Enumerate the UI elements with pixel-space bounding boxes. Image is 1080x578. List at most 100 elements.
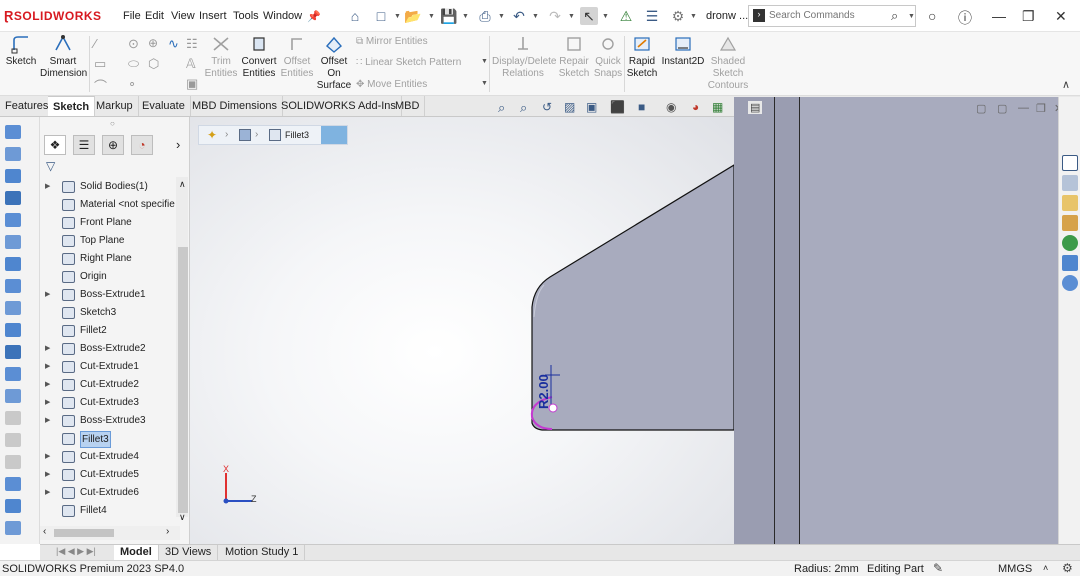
chevron-down-icon[interactable]: ▼ [602, 13, 609, 20]
expand-arrow-icon[interactable]: ▶ [45, 448, 50, 466]
smart-dimension-button[interactable]: Smart Dimension [40, 34, 87, 80]
repair-sketch-button[interactable]: Repair Sketch [556, 34, 592, 80]
chamfer-icon[interactable] [5, 279, 21, 293]
design-library-icon[interactable] [1062, 175, 1078, 191]
intersect-icon[interactable] [5, 411, 21, 425]
reference-geometry-icon[interactable] [5, 433, 21, 447]
chevron-down-icon[interactable]: ▼ [428, 13, 435, 20]
expand-arrow-icon[interactable]: ▶ [45, 286, 50, 304]
text-icon[interactable]: 𝔸 [186, 56, 196, 72]
menu-file[interactable]: File [123, 10, 141, 22]
property-manager-tab-icon[interactable]: ☰ [73, 135, 95, 155]
chevron-down-icon[interactable]: ▼ [568, 13, 575, 20]
hide-show-items-icon[interactable]: ◉ [666, 100, 676, 114]
select-icon[interactable]: ↖ [580, 7, 598, 25]
file-explorer-icon[interactable] [1062, 195, 1078, 211]
draft-icon[interactable] [5, 345, 21, 359]
close-button[interactable]: ✕ [1055, 8, 1067, 25]
rectangle-icon[interactable]: ▭ [94, 56, 106, 72]
circle-icon[interactable]: ⊙ [128, 36, 139, 52]
chevron-down-icon[interactable]: ▼ [498, 13, 505, 20]
chevron-down-icon[interactable]: ▼ [690, 13, 697, 20]
tab-mbd[interactable]: MBD [390, 96, 426, 116]
forum-icon[interactable] [1062, 275, 1078, 291]
expand-arrow-icon[interactable]: ▶ [45, 394, 50, 412]
open-icon[interactable]: 📂 [404, 7, 422, 25]
slot-icon[interactable]: ⬭ [128, 56, 139, 72]
zoom-to-fit-icon[interactable]: ⌕ [498, 100, 505, 116]
line-icon[interactable]: ∕ [94, 36, 96, 51]
section-view-icon[interactable]: ▨ [564, 100, 575, 114]
plane-icon[interactable]: ▣ [186, 76, 198, 92]
scroll-up-icon[interactable]: ∧ [179, 179, 186, 190]
view-palette-icon[interactable] [1062, 215, 1078, 231]
expand-arrow-icon[interactable]: ▶ [45, 484, 50, 502]
help-icon[interactable]: ⓘ [958, 8, 972, 28]
print-icon[interactable]: ⎙ [476, 7, 494, 25]
sketch-table-icon[interactable]: ☷ [186, 36, 198, 52]
tree-item[interactable]: ▶ Cut-Extrude5 [40, 466, 176, 484]
tree-item[interactable]: ▶ Cut-Extrude2 [40, 376, 176, 394]
sketch-button[interactable]: Sketch [4, 34, 38, 68]
search-commands-box[interactable]: › ⌕ ▼ [748, 5, 916, 27]
viewport-restore-icon[interactable]: ❐ [1036, 102, 1046, 115]
quick-snaps-button[interactable]: Quick Snaps [593, 34, 623, 80]
display-style-icon[interactable]: ■ [638, 100, 645, 114]
edit-appearance-icon[interactable]: ◕ [692, 100, 699, 114]
cut-extrude-icon[interactable] [5, 191, 21, 205]
user-icon[interactable]: ○ [928, 8, 936, 24]
tree-item[interactable]: Right Plane [40, 250, 176, 268]
instant2d-button[interactable]: Instant2D [660, 34, 706, 68]
appearances-icon[interactable] [1062, 235, 1078, 251]
offset-entities-button[interactable]: Offset Entities [279, 34, 315, 80]
point-icon[interactable]: ∘ [128, 76, 136, 92]
minimize-button[interactable]: — [992, 8, 1006, 24]
polygon-icon[interactable]: ⬡ [148, 56, 159, 72]
menu-window[interactable]: Window [263, 10, 302, 22]
expand-arrow-icon[interactable]: ▶ [45, 412, 50, 430]
fillet-icon[interactable] [5, 257, 21, 271]
rib-icon[interactable] [5, 323, 21, 337]
curves-icon[interactable] [5, 455, 21, 469]
save-icon[interactable]: 💾 [440, 7, 458, 25]
dynamic-annotation-icon[interactable]: ▣ [586, 100, 597, 114]
solidworks-resources-icon[interactable] [1062, 155, 1078, 171]
tab-markup[interactable]: Markup [91, 96, 139, 116]
shaded-sketch-contours-button[interactable]: Shaded Sketch Contours [706, 34, 750, 92]
tab-evaluate[interactable]: Evaluate [137, 96, 191, 116]
arc-icon[interactable]: ⊕ [148, 36, 158, 50]
fillet-sketch-icon[interactable]: ⌒ [94, 76, 107, 95]
chevron-down-icon[interactable]: ▼ [394, 13, 401, 20]
cut-revolve-icon[interactable] [5, 213, 21, 227]
shell-icon[interactable] [5, 301, 21, 315]
part-icon[interactable]: ✦ [207, 128, 217, 142]
viewport-split-icon[interactable]: ▢ [997, 102, 1007, 115]
tree-item[interactable]: ▶ Cut-Extrude4 [40, 448, 176, 466]
expand-arrow-icon[interactable]: ▶ [45, 466, 50, 484]
rebuild-icon[interactable]: ⚠ [617, 7, 635, 25]
chevron-right-icon[interactable]: › [176, 137, 180, 152]
viewport-menu-icon[interactable]: ▤ [748, 101, 763, 114]
tree-item[interactable]: Top Plane [40, 232, 176, 250]
options-icon[interactable]: ⚙ [669, 7, 687, 25]
tree-item[interactable]: ▶ Cut-Extrude3 [40, 394, 176, 412]
scroll-down-icon[interactable]: ∨ [179, 512, 186, 523]
home-icon[interactable]: ⌂ [346, 7, 364, 25]
body-icon[interactable] [239, 129, 251, 141]
part-side-face[interactable] [734, 97, 800, 544]
menu-view[interactable]: View [171, 10, 195, 22]
viewport-minimize-icon[interactable]: — [1018, 102, 1029, 114]
tree-item[interactable]: Front Plane [40, 214, 176, 232]
menu-edit[interactable]: Edit [145, 10, 164, 22]
breadcrumb-item[interactable]: Fillet3 [285, 130, 309, 140]
customize-icon[interactable]: ⚙ [1062, 561, 1073, 575]
tree-item[interactable]: ▶ Boss-Extrude3 [40, 412, 176, 430]
mirror-feature-icon[interactable] [5, 389, 21, 403]
graphics-area[interactable]: R2.00 X Z [190, 117, 734, 544]
undo-icon[interactable]: ↶ [510, 7, 528, 25]
file-properties-icon[interactable]: ☰ [643, 7, 661, 25]
expand-arrow-icon[interactable]: ▶ [45, 358, 50, 376]
display-delete-relations-button[interactable]: Display/Delete Relations [492, 34, 556, 80]
unit-system[interactable]: MMGS [998, 563, 1032, 575]
filter-icon[interactable]: ▽ [46, 159, 55, 173]
